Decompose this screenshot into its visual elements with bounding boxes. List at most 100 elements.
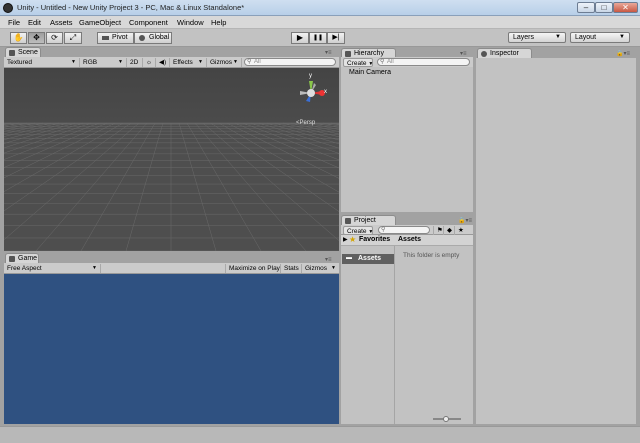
maximize-on-play-toggle[interactable]: Maximize on Play [225, 264, 281, 273]
globe-icon [139, 35, 145, 41]
audio-icon[interactable]: ◀) [156, 58, 170, 67]
project-create-button[interactable]: Create ▼ [343, 226, 373, 235]
scene-search-placeholder: All [254, 59, 261, 65]
folder-item-assets[interactable]: ▬ Assets [342, 254, 394, 264]
assets-breadcrumb: Assets [398, 236, 421, 243]
menu-assets[interactable]: Assets [50, 18, 73, 27]
hierarchy-list: Main Camera [341, 67, 473, 212]
inspector-panel [476, 58, 636, 424]
gizmos-dropdown[interactable]: Gizmos ▼ [207, 58, 242, 67]
pane-menu-icon[interactable]: 🔒▾≡ [458, 217, 472, 224]
chevron-down-icon: ▼ [92, 265, 97, 271]
chevron-down-icon: ▼ [331, 265, 336, 271]
project-search-input[interactable]: ⚲ [378, 226, 430, 234]
chevron-down-icon: ▼ [198, 59, 203, 65]
project-browser: ▶ ★ Favorites Assets ▬ Assets This folde… [341, 235, 473, 424]
menu-gameobject[interactable]: GameObject [79, 18, 121, 27]
pivot-toggle[interactable]: Pivot [97, 32, 134, 44]
orientation-gizmo[interactable] [292, 73, 336, 123]
step-button[interactable]: ▶| [327, 32, 345, 44]
menu-edit[interactable]: Edit [28, 18, 41, 27]
chevron-down-icon: ▼ [118, 59, 123, 65]
scene-viewport[interactable]: y x <Persp [4, 68, 339, 251]
info-icon [481, 51, 487, 57]
hierarchy-create-label: Create [347, 60, 367, 67]
tab-game-label: Game [18, 255, 38, 262]
tab-inspector-label: Inspector [490, 50, 519, 57]
folder-item-assets-label: Assets [358, 255, 381, 262]
layers-label: Layers [513, 34, 535, 41]
unity-app-icon [3, 3, 13, 13]
tab-scene-label: Scene [18, 49, 38, 56]
hand-tool-icon[interactable]: ✋ [10, 32, 27, 44]
render-mode-label: RGB [83, 59, 98, 66]
rotate-tool-icon[interactable]: ⟳ [46, 32, 63, 44]
folder-icon: ▬ [346, 255, 352, 261]
window-title: Unity - Untitled - New Unity Project 3 -… [17, 3, 245, 12]
aspect-dropdown[interactable]: Free Aspect ▼ [4, 264, 101, 273]
main-toolbar: ✋ ✥ ⟳ ⤢ Pivot Global ▶ ❚❚ ▶| Layers ▼ La… [0, 29, 640, 47]
status-bar [0, 426, 640, 443]
tab-hierarchy-label: Hierarchy [354, 50, 384, 57]
favorites-label[interactable]: Favorites [359, 236, 390, 243]
pane-menu-icon[interactable]: ▾≡ [460, 50, 467, 57]
pivot-label: Pivot [112, 34, 128, 41]
pane-menu-icon[interactable]: 🔒▾≡ [616, 50, 630, 57]
game-gizmos-label: Gizmos [305, 265, 328, 272]
gizmo-y-label: y [309, 73, 312, 79]
pause-button[interactable]: ❚❚ [309, 32, 327, 44]
stats-toggle[interactable]: Stats [281, 264, 302, 273]
effects-label: Effects [173, 59, 193, 66]
menu-component[interactable]: Component [129, 18, 168, 27]
layers-dropdown[interactable]: Layers ▼ [508, 32, 566, 43]
scene-search-input[interactable]: ⚲ All [244, 58, 336, 66]
global-label: Global [149, 34, 170, 41]
hierarchy-search-input[interactable]: ⚲ All [377, 58, 470, 66]
mode-2d-toggle[interactable]: 2D [127, 58, 143, 67]
close-button[interactable]: ✕ [613, 2, 638, 13]
move-tool-icon[interactable]: ✥ [28, 32, 45, 44]
hierarchy-create-button[interactable]: Create ▼ [343, 58, 373, 67]
scene-icon [9, 50, 15, 56]
expand-arrow-icon[interactable]: ▶ [343, 236, 348, 243]
render-mode-dropdown[interactable]: RGB ▼ [80, 58, 127, 67]
search-icon: ⚲ [380, 59, 385, 65]
project-folder-tree: ▬ Assets [341, 246, 395, 424]
global-toggle[interactable]: Global [134, 32, 172, 44]
zoom-slider-thumb[interactable] [443, 416, 449, 422]
game-viewport[interactable] [4, 274, 339, 424]
shading-mode-label: Textured [7, 59, 32, 66]
zoom-slider[interactable] [433, 416, 461, 422]
pane-menu-icon[interactable]: ▾≡ [325, 256, 332, 263]
shading-mode-dropdown[interactable]: Textured ▼ [4, 58, 80, 67]
scale-tool-icon[interactable]: ⤢ [64, 32, 82, 44]
menu-file[interactable]: File [8, 18, 20, 27]
project-toolbar: Create ▼ ⚲ ⚑ ◆ ★ [341, 225, 473, 235]
filter-label-icon[interactable]: ◆ [444, 226, 455, 235]
menu-window[interactable]: Window [177, 18, 204, 27]
menu-help[interactable]: Help [211, 18, 226, 27]
hierarchy-item-main-camera[interactable]: Main Camera [349, 69, 391, 76]
lighting-icon[interactable]: ☼ [143, 58, 156, 67]
layout-dropdown[interactable]: Layout ▼ [570, 32, 630, 43]
chevron-down-icon: ▼ [233, 59, 238, 65]
game-controller-icon [9, 256, 15, 262]
hierarchy-search-placeholder: All [387, 59, 394, 65]
pivot-icon [102, 36, 109, 40]
play-button[interactable]: ▶ [291, 32, 309, 44]
minimize-button[interactable]: – [577, 2, 595, 13]
layout-label: Layout [575, 34, 597, 41]
maximize-button[interactable]: □ [595, 2, 613, 13]
tab-project-label: Project [354, 217, 376, 224]
title-bar: Unity - Untitled - New Unity Project 3 -… [0, 0, 640, 16]
scene-grid [4, 68, 339, 251]
persp-label[interactable]: <Persp [296, 120, 315, 126]
filter-type-icon[interactable]: ⚑ [433, 226, 444, 235]
project-create-label: Create [347, 228, 367, 235]
chevron-down-icon: ▼ [619, 34, 625, 40]
pane-menu-icon[interactable]: ▾≡ [325, 49, 332, 56]
game-gizmos-dropdown[interactable]: Gizmos ▼ [302, 264, 339, 273]
favorite-star-icon[interactable]: ★ [455, 226, 467, 235]
empty-folder-message: This folder is empty [403, 252, 460, 259]
effects-dropdown[interactable]: Effects ▼ [170, 58, 207, 67]
